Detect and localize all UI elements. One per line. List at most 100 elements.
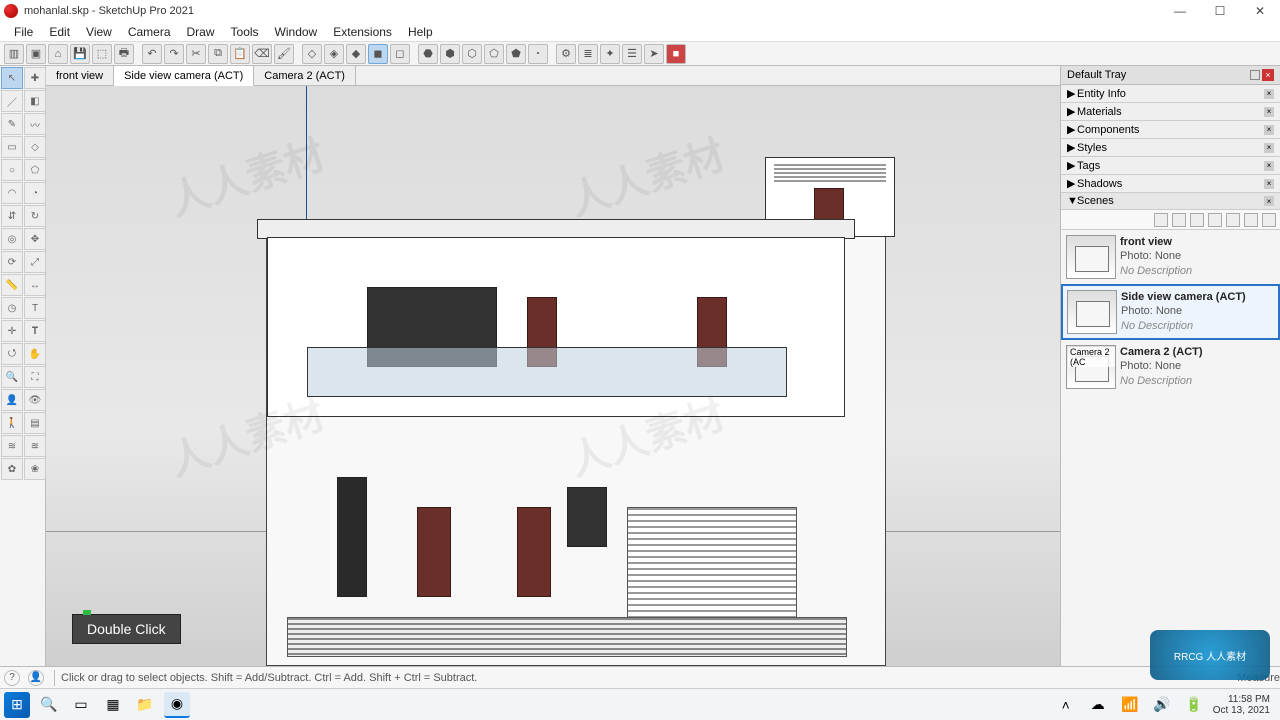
- save-button[interactable]: 💾: [70, 44, 90, 64]
- close-button[interactable]: ✕: [1240, 0, 1280, 22]
- paint-button[interactable]: 🖌: [274, 44, 294, 64]
- taskbar-clock[interactable]: 11:58 PM Oct 13, 2021: [1213, 694, 1276, 716]
- menu-extensions[interactable]: Extensions: [325, 23, 400, 41]
- model-building[interactable]: [266, 236, 886, 666]
- add-scene-button[interactable]: [1172, 213, 1186, 227]
- preferences-button[interactable]: ✦: [600, 44, 620, 64]
- extensions-button[interactable]: ☰: [622, 44, 642, 64]
- copy-button[interactable]: ⧉: [208, 44, 228, 64]
- panel-materials[interactable]: ▶Materials×: [1061, 103, 1280, 121]
- rectangle-tool[interactable]: ▭: [1, 136, 23, 158]
- scene-item-side-view[interactable]: Side view camera (ACT) Photo: None No De…: [1061, 284, 1280, 340]
- location-button[interactable]: ⚙: [556, 44, 576, 64]
- sandbox-stamp-tool[interactable]: ≊: [24, 435, 46, 457]
- move-scene-down-button[interactable]: [1226, 213, 1240, 227]
- tray-chevron-icon[interactable]: ˄: [1053, 692, 1079, 718]
- panel-close-icon[interactable]: ×: [1264, 89, 1274, 99]
- cut-button[interactable]: ✂: [186, 44, 206, 64]
- scene-details-button[interactable]: [1262, 213, 1276, 227]
- sketchup-taskbar-button[interactable]: ◉: [164, 692, 190, 718]
- panel-close-icon[interactable]: ×: [1264, 107, 1274, 117]
- monochrome-button[interactable]: ◻: [390, 44, 410, 64]
- 3dtext-tool[interactable]: 𝐓: [24, 320, 46, 342]
- text-tool[interactable]: T: [24, 297, 46, 319]
- cloud-icon[interactable]: ☁: [1085, 692, 1111, 718]
- orbit-tool[interactable]: ⭯: [1, 343, 23, 365]
- widgets-button[interactable]: ▦: [100, 692, 126, 718]
- menu-draw[interactable]: Draw: [179, 23, 223, 41]
- new-file-button[interactable]: ▥: [4, 44, 24, 64]
- scene-item-front-view[interactable]: front view Photo: None No Description: [1061, 230, 1280, 284]
- extension2-tool[interactable]: ❀: [24, 458, 46, 480]
- undo-button[interactable]: ↶: [142, 44, 162, 64]
- sandbox-tool[interactable]: ≋: [1, 435, 23, 457]
- erase-button[interactable]: ⌫: [252, 44, 272, 64]
- scene-view-button[interactable]: [1244, 213, 1258, 227]
- look-around-tool[interactable]: 👁: [24, 389, 46, 411]
- menu-tools[interactable]: Tools: [223, 23, 267, 41]
- solid-trim-button[interactable]: ⬠: [484, 44, 504, 64]
- line-tool[interactable]: ／: [1, 90, 23, 112]
- panel-close-icon[interactable]: ×: [1264, 143, 1274, 153]
- start-button[interactable]: ⊞: [4, 692, 30, 718]
- scene-item-camera-2[interactable]: Camera 2 (AC Camera 2 (ACT) Photo: None …: [1061, 340, 1280, 394]
- send-button[interactable]: ➤: [644, 44, 664, 64]
- polygon-tool[interactable]: ⬠: [24, 159, 46, 181]
- menu-camera[interactable]: Camera: [120, 23, 179, 41]
- paste-button[interactable]: 📋: [230, 44, 250, 64]
- menu-file[interactable]: File: [6, 23, 41, 41]
- wireframe-button[interactable]: ◇: [302, 44, 322, 64]
- scene-tab-camera-2[interactable]: Camera 2 (ACT): [254, 66, 356, 85]
- help-icon[interactable]: ?: [4, 670, 20, 686]
- shaded-textures-button[interactable]: ◼: [368, 44, 388, 64]
- record-stop-button[interactable]: ■: [666, 44, 686, 64]
- pushpull-tool[interactable]: ⇵: [1, 205, 23, 227]
- menu-view[interactable]: View: [78, 23, 120, 41]
- component-tool[interactable]: ✚: [24, 67, 46, 89]
- menu-help[interactable]: Help: [400, 23, 441, 41]
- panel-close-icon[interactable]: ×: [1264, 125, 1274, 135]
- panel-close-icon[interactable]: ×: [1264, 161, 1274, 171]
- user-icon[interactable]: 👤: [28, 670, 44, 686]
- scene-tab-front-view[interactable]: front view: [46, 66, 114, 85]
- search-button[interactable]: 🔍: [36, 692, 62, 718]
- pan-tool[interactable]: ✋: [24, 343, 46, 365]
- pie-tool[interactable]: ◔: [24, 182, 46, 204]
- volume-icon[interactable]: 🔊: [1149, 692, 1175, 718]
- panel-scenes[interactable]: ▼Scenes×: [1061, 193, 1280, 210]
- section-plane-tool[interactable]: ▤: [24, 412, 46, 434]
- extension1-tool[interactable]: ✿: [1, 458, 23, 480]
- axes-tool[interactable]: ✛: [1, 320, 23, 342]
- walk-tool[interactable]: 🚶: [1, 412, 23, 434]
- pencil-tool[interactable]: ✎: [1, 113, 23, 135]
- taskview-button[interactable]: ▭: [68, 692, 94, 718]
- panel-tags[interactable]: ▶Tags×: [1061, 157, 1280, 175]
- explorer-button[interactable]: 📁: [132, 692, 158, 718]
- tape-tool[interactable]: 📏: [1, 274, 23, 296]
- rotated-rect-tool[interactable]: ◇: [24, 136, 46, 158]
- hidden-line-button[interactable]: ◈: [324, 44, 344, 64]
- panel-shadows[interactable]: ▶Shadows×: [1061, 175, 1280, 193]
- followme-tool[interactable]: ↻: [24, 205, 46, 227]
- print-button[interactable]: 🖶: [114, 44, 134, 64]
- panel-styles[interactable]: ▶Styles×: [1061, 139, 1280, 157]
- move-tool[interactable]: ✥: [24, 228, 46, 250]
- protractor-tool[interactable]: ◷: [1, 297, 23, 319]
- circle-tool[interactable]: ○: [1, 159, 23, 181]
- menu-window[interactable]: Window: [267, 23, 326, 41]
- solid-subtract-button[interactable]: ⬡: [462, 44, 482, 64]
- dimension-tool[interactable]: ↔: [24, 274, 46, 296]
- wifi-icon[interactable]: 📶: [1117, 692, 1143, 718]
- solid-union-button[interactable]: ⬣: [418, 44, 438, 64]
- solid-outer-shell-button[interactable]: ⬞: [528, 44, 548, 64]
- maximize-button[interactable]: ☐: [1200, 0, 1240, 22]
- select-tool[interactable]: ↖: [1, 67, 23, 89]
- open-file-button[interactable]: ▣: [26, 44, 46, 64]
- tray-titlebar[interactable]: Default Tray ×: [1061, 66, 1280, 85]
- panel-close-icon[interactable]: ×: [1264, 179, 1274, 189]
- layers-button[interactable]: ≣: [578, 44, 598, 64]
- offset-tool[interactable]: ◎: [1, 228, 23, 250]
- arc-tool[interactable]: ◠: [1, 182, 23, 204]
- tray-close-icon[interactable]: ×: [1262, 69, 1274, 81]
- minimize-button[interactable]: —: [1160, 0, 1200, 22]
